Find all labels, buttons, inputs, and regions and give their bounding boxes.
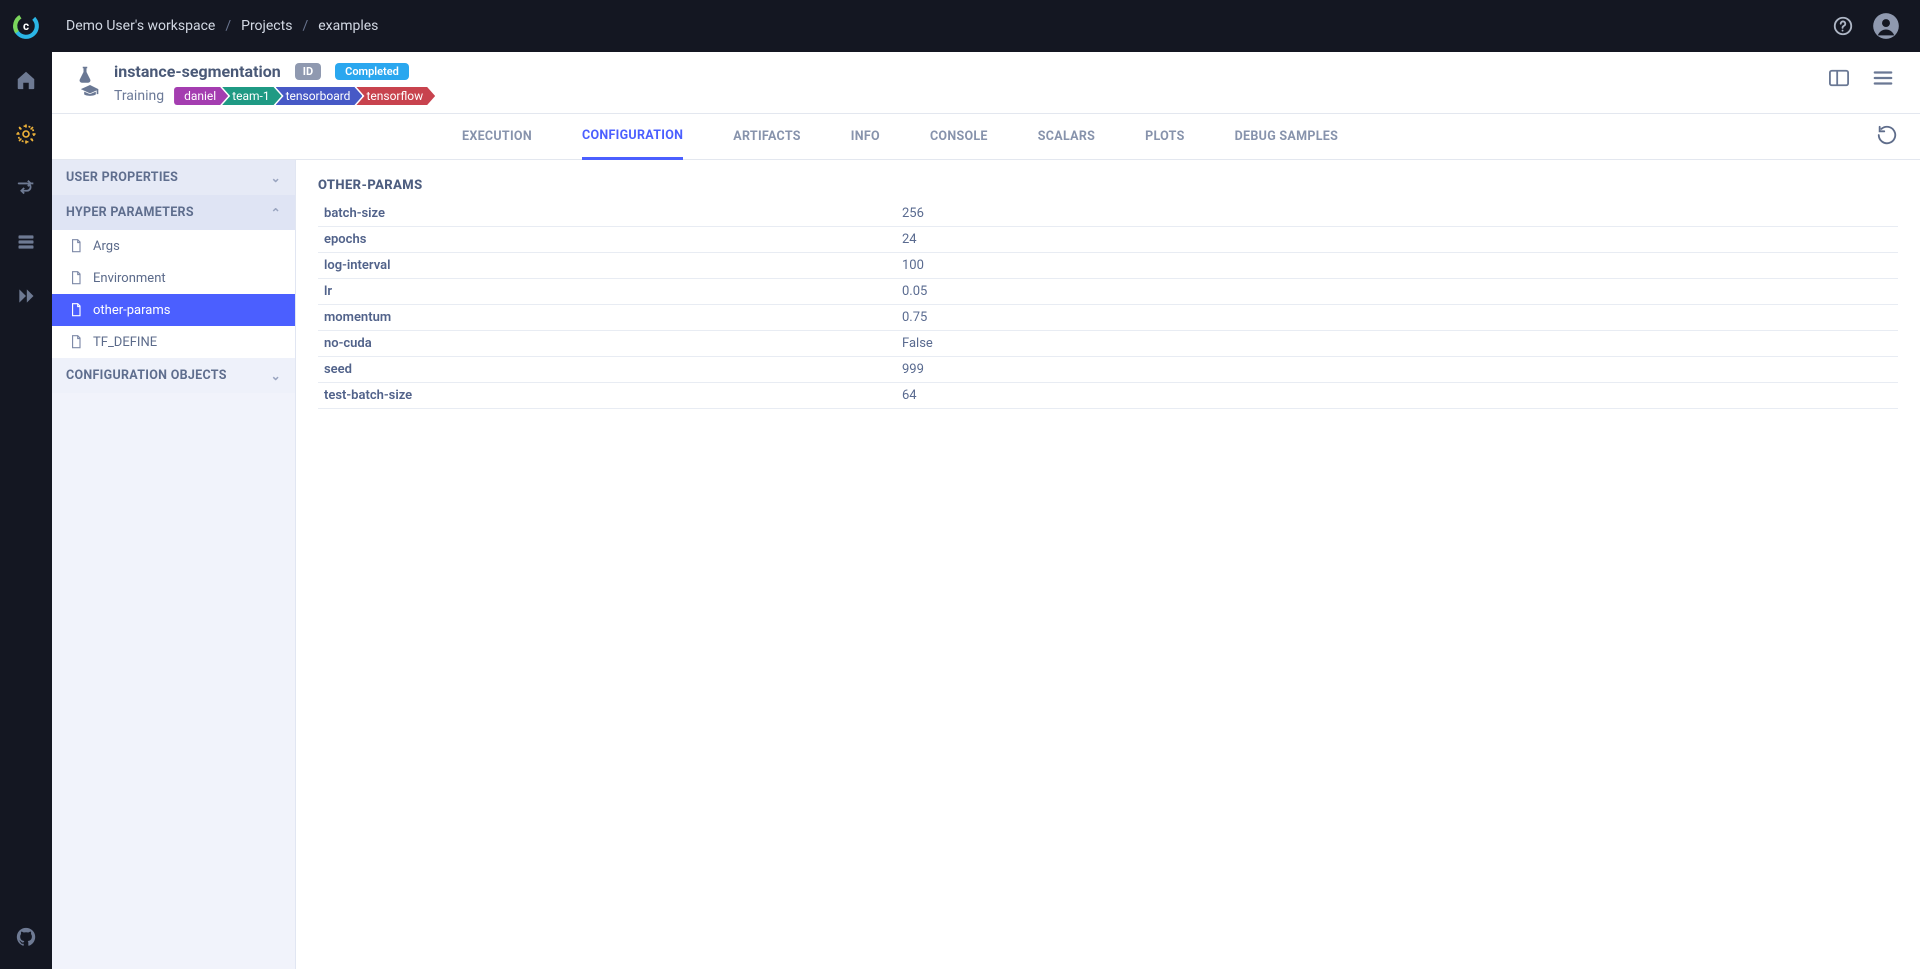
left-nav [0,52,52,969]
tag-item[interactable]: tensorboard [276,87,363,105]
side-item-label: TF_DEFINE [93,335,157,350]
tab-artifacts[interactable]: ARTIFACTS [733,114,801,160]
layout-toggle-icon[interactable] [1828,68,1850,88]
param-value: 256 [902,206,924,221]
nav-deploy-icon[interactable] [12,282,40,310]
breadcrumb-separator: / [225,18,231,34]
param-row[interactable]: no-cudaFalse [318,331,1898,357]
chevron-down-icon: ⌄ [271,171,281,185]
param-value: 24 [902,232,917,247]
tab-console[interactable]: CONSOLE [930,114,988,160]
status-badge: Completed [335,63,409,80]
param-key: seed [318,362,902,377]
hyper-params-list: Args Environment other-params TF_DEFINE [52,230,295,358]
param-key: no-cuda [318,336,902,351]
top-bar: c Demo User's workspace / Projects / exa… [0,0,1920,52]
experiment-title: instance-segmentation [114,62,281,81]
side-item-tf-define[interactable]: TF_DEFINE [52,326,295,358]
side-section-configuration-objects[interactable]: CONFIGURATION OBJECTS ⌄ [52,358,295,393]
param-row[interactable]: test-batch-size64 [318,383,1898,409]
clearml-logo-icon: c [11,11,41,41]
graduation-cap-icon [80,84,100,96]
side-section-hyper-parameters[interactable]: HYPER PARAMETERS ⌃ [52,195,295,230]
side-item-label: Args [93,239,120,254]
experiment-header: instance-segmentation ID Completed Train… [52,52,1920,114]
params-table: batch-size256epochs24log-interval100lr0.… [318,201,1898,409]
tab-scalars[interactable]: SCALARS [1038,114,1095,160]
param-row[interactable]: momentum0.75 [318,305,1898,331]
nav-experiments-icon[interactable] [12,120,40,148]
menu-icon[interactable] [1872,69,1894,87]
nav-datasets-icon[interactable] [12,228,40,256]
tag-list: daniel team-1 tensorboard tensorflow [174,87,435,105]
param-row[interactable]: lr0.05 [318,279,1898,305]
params-area: OTHER-PARAMS batch-size256epochs24log-in… [296,160,1920,969]
param-key: log-interval [318,258,902,273]
refresh-icon[interactable] [1876,124,1898,146]
flask-icon [76,64,94,86]
params-title: OTHER-PARAMS [318,178,1898,193]
breadcrumb-project[interactable]: examples [318,18,378,34]
nav-home-icon[interactable] [12,66,40,94]
document-icon [69,270,83,286]
param-value: 0.05 [902,284,927,299]
param-row[interactable]: batch-size256 [318,201,1898,227]
side-item-label: Environment [93,271,166,286]
param-value: 0.75 [902,310,927,325]
param-value: 100 [902,258,924,273]
param-key: test-batch-size [318,388,902,403]
tag-item[interactable]: team-1 [222,87,281,105]
param-value: 64 [902,388,917,403]
side-section-label: CONFIGURATION OBJECTS [66,368,227,383]
user-avatar-icon[interactable] [1872,12,1900,40]
tag-item[interactable]: daniel [174,87,228,105]
id-badge[interactable]: ID [295,63,321,80]
breadcrumb-workspace[interactable]: Demo User's workspace [66,18,215,34]
side-item-environment[interactable]: Environment [52,262,295,294]
param-key: epochs [318,232,902,247]
breadcrumb: Demo User's workspace / Projects / examp… [66,18,378,34]
param-key: lr [318,284,902,299]
config-side-panel: USER PROPERTIES ⌄ HYPER PARAMETERS ⌃ Arg… [52,160,296,969]
chevron-down-icon: ⌄ [271,369,281,383]
tag-item[interactable]: tensorflow [356,87,435,105]
experiment-type-icon [70,62,100,96]
param-value: False [902,336,933,351]
tab-info[interactable]: INFO [851,114,880,160]
param-value: 999 [902,362,924,377]
param-row[interactable]: epochs24 [318,227,1898,253]
breadcrumb-projects[interactable]: Projects [241,18,292,34]
nav-github-icon[interactable] [12,923,40,951]
tab-execution[interactable]: EXECUTION [462,114,532,160]
tab-bar: EXECUTION CONFIGURATION ARTIFACTS INFO C… [52,114,1920,160]
side-item-args[interactable]: Args [52,230,295,262]
tab-debug-samples[interactable]: DEBUG SAMPLES [1235,114,1339,160]
tab-configuration[interactable]: CONFIGURATION [582,114,683,160]
side-section-user-properties[interactable]: USER PROPERTIES ⌄ [52,160,295,195]
app-logo[interactable]: c [0,11,52,41]
svg-text:c: c [23,19,29,33]
document-icon [69,302,83,318]
param-key: momentum [318,310,902,325]
param-row[interactable]: seed999 [318,357,1898,383]
side-section-label: USER PROPERTIES [66,170,178,185]
param-row[interactable]: log-interval100 [318,253,1898,279]
help-icon[interactable] [1832,15,1854,37]
experiment-kind: Training [114,88,164,104]
param-key: batch-size [318,206,902,221]
document-icon [69,238,83,254]
side-item-other-params[interactable]: other-params [52,294,295,326]
document-icon [69,334,83,350]
side-section-label: HYPER PARAMETERS [66,205,194,220]
nav-pipelines-icon[interactable] [12,174,40,202]
tab-plots[interactable]: PLOTS [1145,114,1185,160]
breadcrumb-separator: / [302,18,308,34]
side-item-label: other-params [93,303,170,318]
chevron-up-icon: ⌃ [271,206,281,220]
main-area: instance-segmentation ID Completed Train… [52,52,1920,969]
